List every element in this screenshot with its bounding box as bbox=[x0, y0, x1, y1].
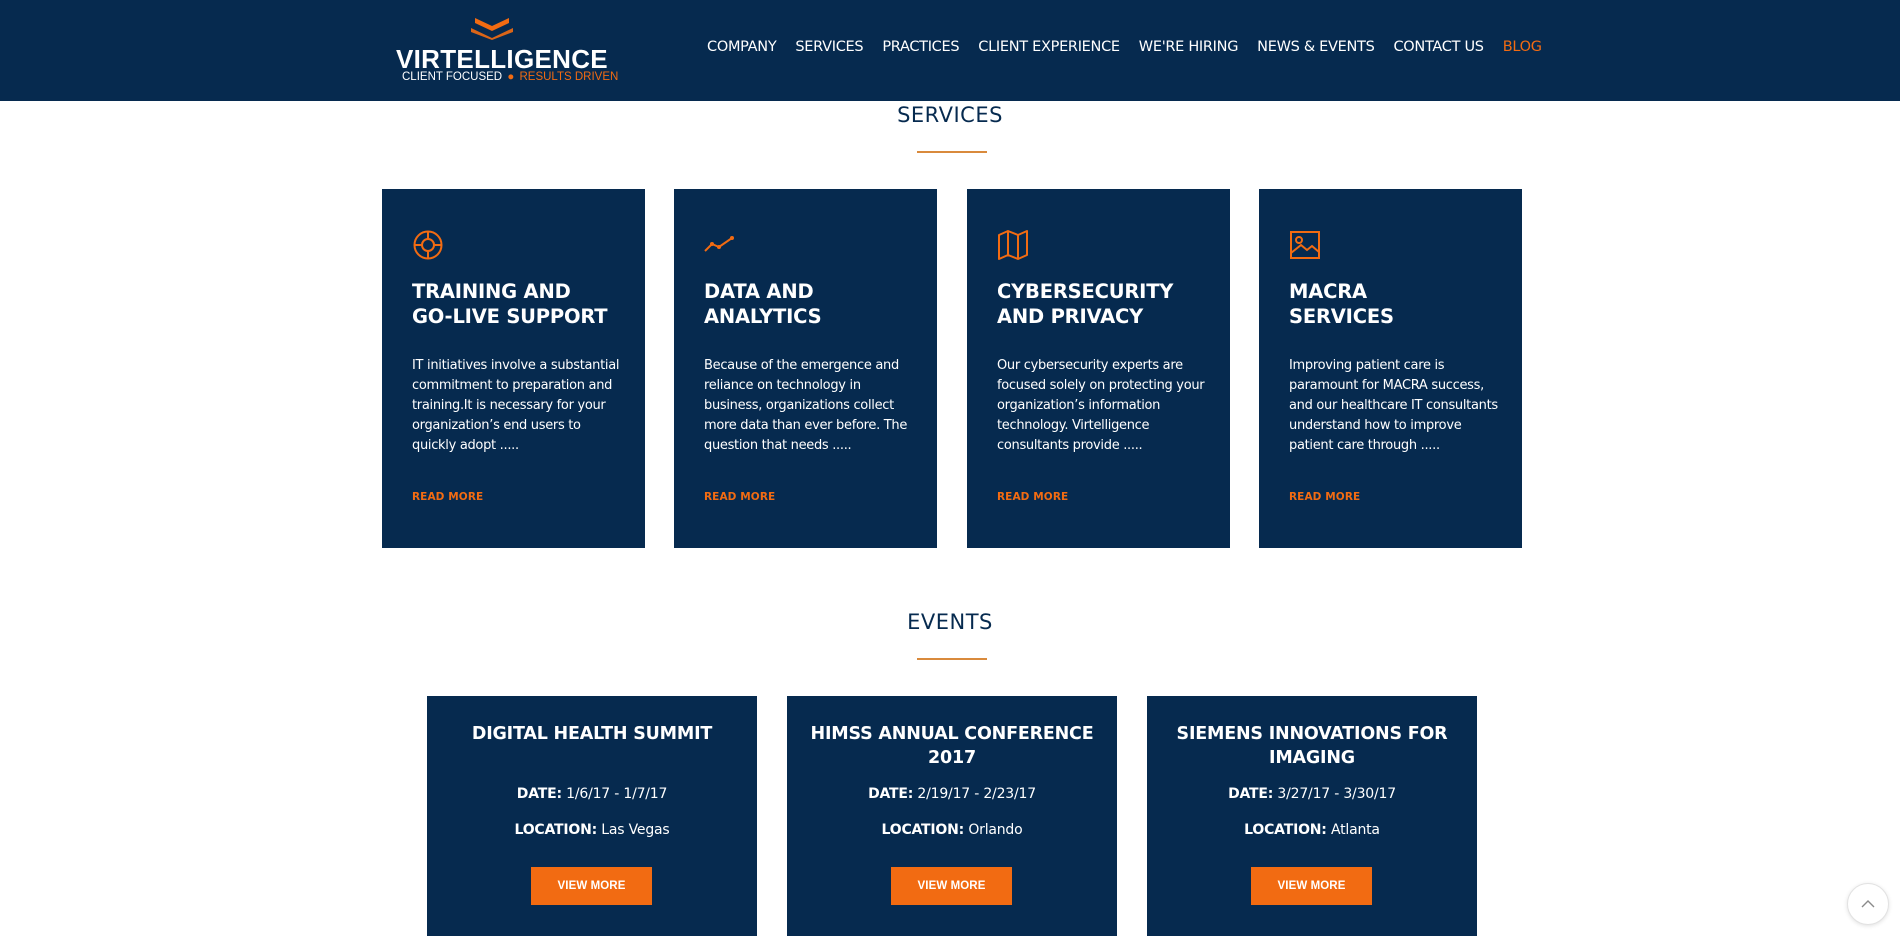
read-more-link[interactable]: READ MORE bbox=[412, 491, 483, 503]
service-title: MACRA SERVICES bbox=[1289, 280, 1394, 328]
chevron-up-icon bbox=[1861, 900, 1875, 908]
logo-tagline: CLIENT FOCUSED ● RESULTS DRIVEN bbox=[402, 71, 618, 83]
service-card-cybersecurity: CYBERSECURITY AND PRIVACY Our cybersecur… bbox=[967, 189, 1230, 548]
nav-practices[interactable]: PRACTICES bbox=[882, 39, 959, 55]
date-value: 1/6/17 - 1/7/17 bbox=[566, 786, 668, 802]
event-title: SIEMENS INNOVATIONS FOR IMAGING bbox=[1176, 724, 1448, 768]
view-more-button[interactable]: VIEW MORE bbox=[1251, 867, 1372, 905]
event-location: LOCATION: Orlando bbox=[787, 822, 1117, 838]
read-more-link[interactable]: READ MORE bbox=[704, 491, 775, 503]
nav-client-experience[interactable]: CLIENT EXPERIENCE bbox=[978, 39, 1120, 55]
service-title: DATA AND ANALYTICS bbox=[704, 280, 822, 328]
read-more-link[interactable]: READ MORE bbox=[1289, 491, 1360, 503]
nav-blog[interactable]: BLOG bbox=[1503, 39, 1542, 55]
event-date: DATE: 2/19/17 - 2/23/17 bbox=[787, 786, 1117, 802]
services-heading: SERVICES bbox=[897, 103, 1003, 127]
nav-were-hiring[interactable]: WE'RE HIRING bbox=[1139, 39, 1239, 55]
service-card-training: TRAINING AND GO-LIVE SUPPORT IT initiati… bbox=[382, 189, 645, 548]
logo-mark-icon bbox=[471, 18, 513, 40]
event-card-himss: HIMSS ANNUAL CONFERENCE 2017 DATE: 2/19/… bbox=[787, 696, 1117, 936]
service-description: IT initiatives involve a substantial com… bbox=[412, 358, 620, 453]
map-icon bbox=[998, 230, 1028, 260]
service-description: Our cybersecurity experts are focused so… bbox=[997, 358, 1205, 453]
nav-contact-us[interactable]: CONTACT US bbox=[1393, 39, 1484, 55]
event-card-digital-health-summit: DIGITAL HEALTH SUMMIT DATE: 1/6/17 - 1/7… bbox=[427, 696, 757, 936]
events-heading: EVENTS bbox=[907, 610, 993, 634]
location-value: Orlando bbox=[968, 822, 1023, 838]
nav-company[interactable]: COMPANY bbox=[707, 39, 777, 55]
main-nav: COMPANY SERVICES PRACTICES CLIENT EXPERI… bbox=[707, 39, 1542, 55]
logo-tagline-left: CLIENT FOCUSED bbox=[402, 71, 503, 83]
location-value: Atlanta bbox=[1330, 822, 1380, 838]
service-description: Because of the emergence and reliance on… bbox=[704, 358, 908, 453]
read-more-link[interactable]: READ MORE bbox=[997, 491, 1068, 503]
location-value: Las Vegas bbox=[601, 822, 670, 838]
virtelligence-logo[interactable]: VIRTELLIGENCE CLIENT FOCUSED ● RESULTS D… bbox=[396, 14, 618, 88]
event-card-siemens: SIEMENS INNOVATIONS FOR IMAGING DATE: 3/… bbox=[1147, 696, 1477, 936]
event-location: LOCATION: Las Vegas bbox=[427, 822, 757, 838]
image-icon bbox=[1290, 231, 1320, 259]
service-title: TRAINING AND GO-LIVE SUPPORT bbox=[412, 280, 608, 328]
service-card-data-analytics: DATA AND ANALYTICS Because of the emerge… bbox=[674, 189, 937, 548]
view-more-button[interactable]: VIEW MORE bbox=[531, 867, 652, 905]
nav-services[interactable]: SERVICES bbox=[795, 39, 863, 55]
date-label: DATE: bbox=[868, 786, 914, 802]
event-title: HIMSS ANNUAL CONFERENCE 2017 bbox=[810, 724, 1094, 768]
event-date: DATE: 1/6/17 - 1/7/17 bbox=[427, 786, 757, 802]
site-header: VIRTELLIGENCE CLIENT FOCUSED ● RESULTS D… bbox=[0, 0, 1900, 101]
date-label: DATE: bbox=[1228, 786, 1274, 802]
event-location: LOCATION: Atlanta bbox=[1147, 822, 1477, 838]
lifebuoy-icon bbox=[413, 230, 443, 260]
trending-chart-icon bbox=[704, 236, 734, 252]
service-description: Improving patient care is paramount for … bbox=[1289, 358, 1498, 453]
location-label: LOCATION: bbox=[1244, 822, 1327, 838]
date-value: 3/27/17 - 3/30/17 bbox=[1277, 786, 1396, 802]
view-more-button[interactable]: VIEW MORE bbox=[891, 867, 1012, 905]
location-label: LOCATION: bbox=[881, 822, 965, 838]
logo-tagline-dot: ● bbox=[507, 71, 515, 83]
event-date: DATE: 3/27/17 - 3/30/17 bbox=[1147, 786, 1477, 802]
date-value: 2/19/17 - 2/23/17 bbox=[917, 786, 1036, 802]
event-title: DIGITAL HEALTH SUMMIT bbox=[471, 724, 713, 744]
services-heading-underline bbox=[917, 151, 987, 153]
scroll-to-top-button[interactable] bbox=[1847, 883, 1889, 925]
service-card-macra: MACRA SERVICES Improving patient care is… bbox=[1259, 189, 1522, 548]
nav-news-events[interactable]: NEWS & EVENTS bbox=[1257, 39, 1375, 55]
service-title: CYBERSECURITY AND PRIVACY bbox=[997, 280, 1174, 328]
date-label: DATE: bbox=[516, 786, 562, 802]
events-heading-underline bbox=[917, 658, 987, 660]
location-label: LOCATION: bbox=[514, 822, 598, 838]
logo-tagline-right: RESULTS DRIVEN bbox=[519, 71, 619, 83]
